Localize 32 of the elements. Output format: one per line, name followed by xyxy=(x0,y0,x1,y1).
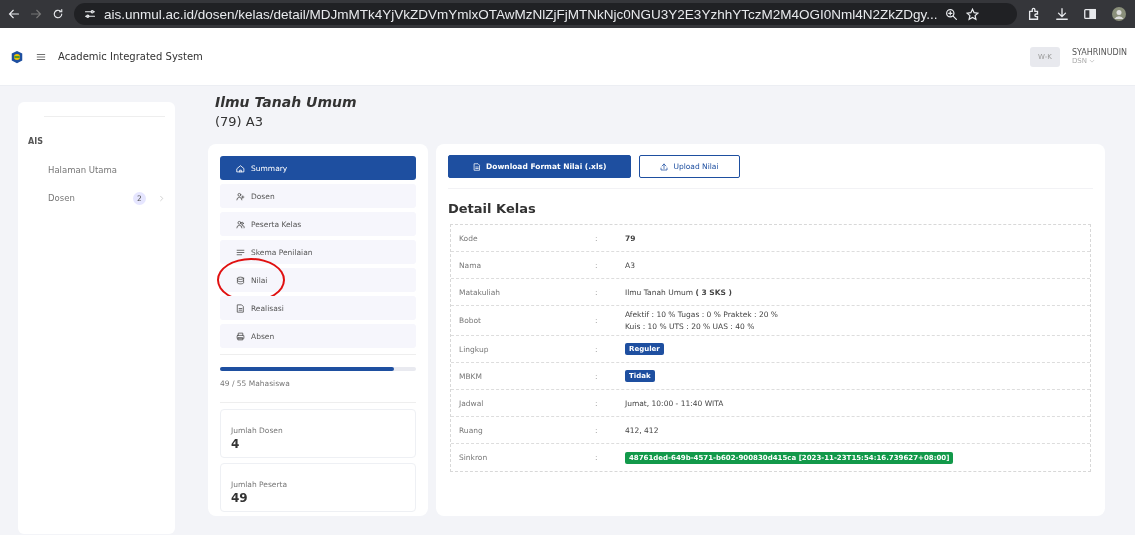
list-icon xyxy=(236,247,245,257)
extensions-icon[interactable] xyxy=(1027,7,1041,21)
database-icon xyxy=(236,275,245,285)
star-icon[interactable] xyxy=(966,7,980,21)
sidebar-item[interactable]: Halaman Utama xyxy=(28,156,165,184)
user-add-icon xyxy=(236,191,245,201)
home-icon xyxy=(236,163,245,173)
reload-icon[interactable] xyxy=(52,8,64,20)
app-title: Academic Integrated System xyxy=(58,51,203,62)
upload-icon xyxy=(660,162,669,171)
address-bar[interactable]: ais.unmul.ac.id/dosen/kelas/detail/MDJmMTk4YjVkZDVmYmlxOTAwMzNlZjFjMTNkNjc0NGU3Y2E3YzhhYTczM2M4OGI0Nml4N2ZkZDgy... xyxy=(74,3,1017,25)
stat-value: 4 xyxy=(231,437,241,451)
sidebar-section-title: AIS xyxy=(28,137,43,146)
menu-icon[interactable] xyxy=(36,51,46,62)
sidebar-item-label[interactable]: Dosen xyxy=(48,193,75,203)
stat-value: 49 xyxy=(231,491,249,505)
profile-avatar-icon[interactable] xyxy=(1111,6,1127,22)
section-title: Detail Kelas xyxy=(448,201,536,216)
back-icon[interactable] xyxy=(8,8,20,20)
logo-icon xyxy=(10,48,24,65)
download-icon[interactable] xyxy=(1055,7,1069,21)
file-icon xyxy=(473,162,481,171)
url-text: ais.unmul.ac.id/dosen/kelas/detail/MDJmMTk4YjVkZDVmYmlxOTAwMzNlZjFjMTNkNjc0NGU3Y2E3YzhhYTczM2M4OGI0Nml4N2ZkZDgy... xyxy=(104,6,938,22)
user-name[interactable]: SYAHRINUDIN xyxy=(1071,48,1127,57)
users-icon xyxy=(236,219,245,229)
document-icon xyxy=(236,303,245,313)
printer-icon xyxy=(236,331,245,341)
course-title: Ilmu Tanah Umum xyxy=(215,94,357,110)
class-code: (79) A3 xyxy=(215,114,263,129)
site-settings-icon[interactable] xyxy=(84,8,96,20)
side-panel-icon[interactable] xyxy=(1083,7,1097,21)
zoom-icon[interactable] xyxy=(945,7,959,21)
